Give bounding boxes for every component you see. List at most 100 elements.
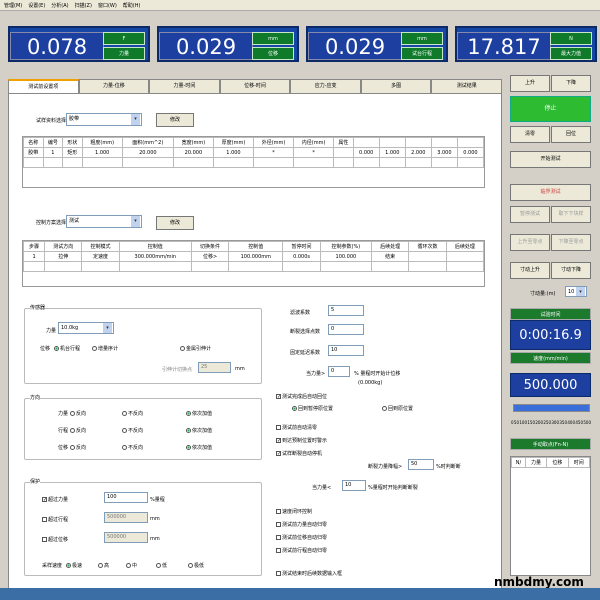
protect-stroke-input[interactable]: 500000	[104, 512, 148, 523]
direction-stroke-add[interactable]: 依次加值	[186, 427, 212, 434]
break-start-input[interactable]: 10	[342, 480, 366, 491]
radio-metal-extensometer[interactable]: 金属引伸计	[180, 345, 211, 352]
force-range-select[interactable]: 10.0kg	[58, 322, 114, 334]
check-stroke-zero[interactable]: 测试前行程自动归零	[276, 547, 327, 554]
jog-up-button[interactable]: 寸动上升	[510, 262, 550, 279]
critical-test-button[interactable]: 临界测试	[510, 184, 591, 201]
radio-return-pause[interactable]: 回到暂停原位置	[292, 405, 333, 412]
direction-disp-reverse[interactable]: 反向	[70, 444, 86, 451]
check-force-zero[interactable]: 测试前力量自动归零	[276, 521, 327, 528]
menu-window[interactable]: 窗口(W)	[98, 2, 117, 9]
checkbox-icon	[276, 425, 281, 430]
displacement-unit-button[interactable]: mm	[252, 32, 294, 45]
radio-label: 金属引伸计	[186, 346, 212, 352]
break-drop-input[interactable]: 50	[408, 459, 434, 470]
extensometer-switch-input[interactable]: 25	[198, 362, 231, 373]
protect-force-input[interactable]: 100	[104, 492, 148, 503]
tab-multi-chart[interactable]: 多图	[360, 79, 432, 93]
table-row[interactable]: 1 拉伸 定速度 300.000mm/min 位移> 100.000mm 0.000s 100…	[22, 251, 485, 262]
check-auto-return[interactable]: ✓测试完成后自动回位	[276, 393, 327, 400]
tab-displacement-time[interactable]: 位移-时间	[219, 79, 291, 93]
col-header	[456, 137, 485, 148]
radio-icon	[122, 428, 127, 433]
speed-slider[interactable]	[513, 404, 590, 412]
direction-force-normal[interactable]: 不反向	[122, 410, 143, 417]
manual-points-table[interactable]: N/ 力量 位移 时间	[510, 456, 591, 576]
rate-medium[interactable]: 中	[126, 562, 137, 569]
tab-force-displacement[interactable]: 力量-位移	[78, 79, 150, 93]
delay-coeff-input[interactable]: 10	[328, 345, 364, 356]
manual-points-title: 手动取点(Fn-N)	[510, 438, 591, 450]
control-select[interactable]: 测试	[66, 215, 142, 228]
filter-coeff-input[interactable]: 5	[328, 305, 364, 316]
table-cell: 0.000	[352, 147, 380, 158]
direction-stroke-normal[interactable]: 不反向	[122, 427, 143, 434]
direction-stroke-reverse[interactable]: 反向	[70, 427, 86, 434]
check-preset-warn[interactable]: ✓到达预制位置时警示	[276, 437, 327, 444]
jog-down-button[interactable]: 寸动下降	[551, 262, 591, 279]
table-row[interactable]: 胶带 1 矩形 1.000 20.000 20.000 1.000 * * 0.000 1.000 2…	[23, 147, 485, 158]
checkbox-icon	[276, 535, 281, 540]
zero-button[interactable]: 清零	[510, 126, 550, 143]
max-force-name-button[interactable]: 最大力值	[550, 47, 592, 60]
tab-stress-strain[interactable]: 应力-应变	[290, 79, 361, 93]
jog-amount-select[interactable]: 10	[565, 286, 587, 297]
table-row[interactable]	[22, 261, 485, 272]
pause-test-button[interactable]: 暂停测试	[510, 206, 550, 223]
check-speed-loop[interactable]: 速度闭环控制	[276, 508, 312, 515]
stop-button[interactable]: 停止	[510, 96, 591, 122]
direction-disp-normal[interactable]: 不反向	[122, 444, 143, 451]
direction-disp-add[interactable]: 依次加值	[186, 444, 212, 451]
start-disp-input[interactable]: 0	[328, 366, 350, 377]
table-row[interactable]	[23, 157, 485, 168]
down-button[interactable]: 下降	[551, 75, 591, 92]
direction-force-add[interactable]: 依次加值	[186, 410, 212, 417]
up-to-zero-button[interactable]: 上升至零点	[510, 234, 550, 251]
down-to-zero-button[interactable]: 下降至零点	[551, 234, 591, 251]
check-break-stop[interactable]: ✓试样断裂自动停机	[276, 450, 322, 457]
check-disp-zero[interactable]: 测试前位移自动归零	[276, 534, 327, 541]
check-post-input[interactable]: 测试结束时后续数据输入框	[276, 570, 342, 577]
col-header: 宽度(mm)	[172, 137, 214, 148]
menu-help[interactable]: 帮助(H)	[123, 2, 141, 9]
rate-low[interactable]: 低	[156, 562, 167, 569]
displacement-name-button[interactable]: 位移	[252, 47, 294, 60]
menu-analysis[interactable]: 分析(A)	[51, 2, 68, 9]
tab-pretest-settings[interactable]: 测试前设置项	[8, 79, 79, 93]
menu-scan[interactable]: 扫描(Z)	[75, 2, 92, 9]
sample-select[interactable]: 胶带	[66, 113, 142, 126]
rate-high[interactable]: 高	[98, 562, 109, 569]
check-auto-zero[interactable]: 测试前自动清零	[276, 424, 317, 431]
radio-incremental-encoder[interactable]: 增量序计	[92, 345, 118, 352]
force-name-button[interactable]: 力量	[103, 47, 145, 60]
force-unit-button[interactable]: F	[103, 32, 145, 45]
start-test-button[interactable]: 开始测试	[510, 151, 591, 168]
direction-force-reverse[interactable]: 反向	[70, 410, 86, 417]
table-cell	[408, 251, 447, 262]
next-sample-button[interactable]: 取下下块样	[551, 206, 591, 223]
start-disp-label: 当力量>	[306, 371, 326, 377]
rate-fastest[interactable]: 极速	[66, 562, 82, 569]
protect-disp-check[interactable]: 超过位移	[42, 536, 68, 543]
col-header	[378, 137, 406, 148]
protect-force-check[interactable]: ✓超过力量	[42, 496, 68, 503]
protect-disp-input[interactable]: 500000	[104, 532, 148, 543]
menu-settings[interactable]: 设置(E)	[28, 2, 45, 9]
break-points-label: 断裂选择点数	[290, 329, 321, 335]
sample-modify-button[interactable]: 修改	[156, 113, 194, 127]
radio-return-origin[interactable]: 回到原位置	[382, 405, 413, 412]
tab-force-time[interactable]: 力量-时间	[149, 79, 220, 93]
stroke-unit-button[interactable]: mm	[401, 32, 443, 45]
rate-lowest[interactable]: 极低	[188, 562, 204, 569]
menu-manage[interactable]: 管理(M)	[4, 2, 22, 9]
max-force-unit-button[interactable]: N	[550, 32, 592, 45]
tab-test-results[interactable]: 测试结果	[431, 79, 503, 93]
protect-stroke-check[interactable]: 超过行程	[42, 516, 68, 523]
control-modify-button[interactable]: 修改	[156, 216, 194, 230]
home-button[interactable]: 回位	[551, 126, 591, 143]
break-points-input[interactable]: 0	[328, 324, 364, 335]
sample-select-label: 试样资料选择	[36, 118, 67, 124]
stroke-name-button[interactable]: 试台行程	[401, 47, 443, 60]
radio-machine-stroke[interactable]: 机台行程	[54, 345, 80, 352]
up-button[interactable]: 上升	[510, 75, 550, 92]
